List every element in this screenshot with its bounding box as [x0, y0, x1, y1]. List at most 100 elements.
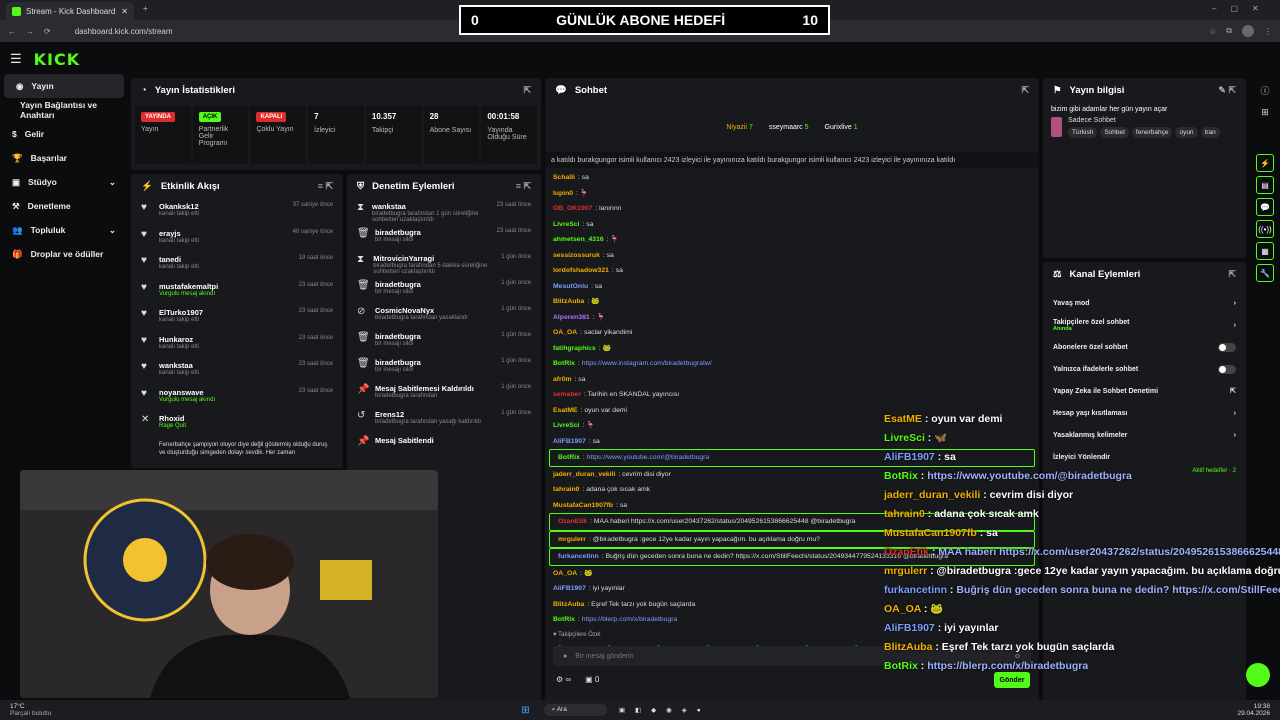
- toggle-switch[interactable]: [1218, 342, 1236, 352]
- activity-item[interactable]: ♥ ElTurko1907 kanalı takip etti 23 saat önc…: [131, 304, 343, 331]
- chat-username[interactable]: semaber: [553, 391, 581, 398]
- activity-item[interactable]: ♥ wankstaa kanalı takip etti 23 saat önce: [131, 357, 343, 384]
- chat-message[interactable]: OB_OK1907: lanınnn: [545, 201, 1039, 217]
- settings-icon[interactable]: ⚙ ∞: [556, 675, 571, 684]
- url-field[interactable]: dashboard.kick.com/stream: [75, 27, 173, 36]
- chat-message[interactable]: BotRix: https://www.instagram.com/birade…: [545, 356, 1039, 372]
- mod-item[interactable]: ⊘ CosmicNovaNyx biradetbugra tarafından ya…: [347, 302, 541, 328]
- channel-action[interactable]: Abonelere özel sohbet: [1043, 336, 1246, 358]
- chat-username[interactable]: AliFB1907: [553, 585, 586, 592]
- chat-message[interactable]: afr0m: sa: [545, 372, 1039, 388]
- popout-icon[interactable]: ⇱: [1228, 269, 1236, 280]
- channel-action[interactable]: Yalnızca ifadelerle sohbet: [1043, 358, 1246, 380]
- activity-item[interactable]: ♥ Okanksk12 kanalı takip etti 37 saniye önc…: [131, 198, 343, 225]
- wrench-icon[interactable]: 🔧: [1256, 264, 1274, 282]
- chat-message[interactable]: BlitzAuba: 🐸: [545, 294, 1039, 310]
- chat-message[interactable]: LivreSci: sa: [545, 217, 1039, 233]
- chat-username[interactable]: furkancetinn: [558, 553, 599, 560]
- start-icon[interactable]: ⊞: [521, 705, 529, 716]
- chat-message[interactable]: MesutOnlu: sa: [545, 279, 1039, 295]
- mod-item[interactable]: ⧗ wankstaa biradetbugra tarafından 1 gün s…: [347, 198, 541, 224]
- chat-username[interactable]: LivreSci: [553, 221, 579, 228]
- chat-message[interactable]: lordofshadow321: sa: [545, 263, 1039, 279]
- hamburger-menu-icon[interactable]: ☰: [10, 51, 22, 67]
- activity-item[interactable]: ✕ Rhoxid Rage Quit: [131, 410, 343, 437]
- info-rail-icon[interactable]: ⓘ ⊞: [1250, 78, 1280, 150]
- taskbar-apps[interactable]: ▣◧◆◉◈●: [619, 706, 711, 714]
- sidebar-item-basarilar[interactable]: 🏆 Başarılar: [0, 146, 128, 170]
- tag-chip[interactable]: oyun: [1175, 127, 1198, 138]
- filter-icon[interactable]: ≡ ⇱: [516, 181, 531, 192]
- new-tab-icon[interactable]: +: [143, 4, 148, 13]
- sidebar-item-studyo[interactable]: ▣ Stüdyo ⌄: [0, 170, 128, 194]
- chat-username[interactable]: AliFB1907: [553, 438, 586, 445]
- forward-icon[interactable]: →: [26, 27, 34, 36]
- mod-item[interactable]: ⧗ MitrovicinYarragi biradetbugra tarafında…: [347, 250, 541, 276]
- menu-dots-icon[interactable]: ⋮: [1264, 27, 1272, 36]
- activity-item[interactable]: ♥ noyanswave Vurgulu mesaj akındı 23 saat ö…: [131, 384, 343, 411]
- mic-icon[interactable]: ●: [563, 653, 567, 660]
- sidebar-item-stream-key[interactable]: Yayın Bağlantısı ve Anahtarı: [0, 98, 128, 122]
- taskbar-search[interactable]: ⌕ Ara: [543, 704, 607, 716]
- tag-chip[interactable]: Türkish: [1068, 127, 1098, 138]
- popout-icon[interactable]: ⇱: [1021, 85, 1029, 96]
- chat-link[interactable]: https://www.youtube.com/@biradetbugra: [587, 454, 710, 461]
- chat-message[interactable]: sessizossuruk: sa: [545, 248, 1039, 264]
- chat-username[interactable]: BotRix: [553, 360, 575, 367]
- chat-username[interactable]: Alperen381: [553, 314, 590, 321]
- chat-message[interactable]: OA_OA: saclar yikandimi: [545, 325, 1039, 341]
- weather-widget[interactable]: 17°C Parçalı bulutlu: [10, 703, 51, 717]
- clock[interactable]: 19:38 29.04.2026: [1237, 703, 1270, 717]
- chat-message[interactable]: lupin0: 🦩: [545, 186, 1039, 202]
- sidebar-item-droplar[interactable]: 🎁 Droplar ve ödüller: [0, 242, 128, 266]
- server-icon[interactable]: ▦: [1256, 242, 1274, 260]
- tag-chip[interactable]: fenerbahçe: [1131, 127, 1173, 138]
- sidebar-item-gelir[interactable]: $ Gelir: [0, 122, 128, 146]
- chat-username[interactable]: sessizossuruk: [553, 252, 600, 259]
- chat-username[interactable]: Schalli: [553, 174, 575, 181]
- popout-icon[interactable]: ⇱: [523, 85, 531, 96]
- chat-username[interactable]: MustafaCan1907fb: [553, 502, 613, 509]
- edit-icon[interactable]: ✎ ⇱: [1218, 85, 1236, 96]
- chat-username[interactable]: OzanEtik: [558, 518, 587, 525]
- window-controls-icon[interactable]: –▢✕: [1212, 4, 1273, 13]
- chat-rail-icon[interactable]: 💬: [1256, 198, 1274, 216]
- chat-username[interactable]: BlitzAuba: [553, 298, 584, 305]
- chat-username[interactable]: afr0m: [553, 376, 572, 383]
- activity-item[interactable]: ♥ erayjs kanalı takip etti 40 saniye önce: [131, 225, 343, 252]
- channel-action[interactable]: Yapay Zeka ile Sohbet Denetimi ⇱: [1043, 380, 1246, 402]
- doc-icon[interactable]: ▤: [1256, 176, 1274, 194]
- chat-username[interactable]: BotRix: [553, 616, 575, 623]
- chat-message[interactable]: Schalli: sa: [545, 170, 1039, 186]
- chat-username[interactable]: OA_OA: [553, 570, 577, 577]
- chat-username[interactable]: OB_OK1907: [553, 205, 592, 212]
- kick-logo[interactable]: KICK: [34, 50, 81, 69]
- mod-item[interactable]: 🗑 biradetbugra bir mesajı sildi 1 gün önce: [347, 276, 541, 302]
- mod-item[interactable]: 🗑 biradetbugra bir mesajı sildi 1 gün önce: [347, 354, 541, 380]
- channel-action[interactable]: Takipçilere özel sohbet Anında ›: [1043, 314, 1246, 336]
- chat-link[interactable]: https://blerp.com/x/biradetbugra: [582, 616, 678, 623]
- chat-username[interactable]: mrgulerr: [558, 536, 586, 543]
- chat-message[interactable]: Alperen381: 🦩: [545, 310, 1039, 326]
- chat-username[interactable]: jaderr_duran_vekili: [553, 471, 615, 478]
- extensions-icon[interactable]: ⧉: [1226, 26, 1232, 36]
- profile-avatar[interactable]: [1242, 25, 1254, 37]
- leader-entry[interactable]: Niyazii 7: [726, 124, 752, 131]
- close-tab-icon[interactable]: ✕: [121, 7, 128, 16]
- chat-username[interactable]: lupin0: [553, 190, 573, 197]
- chat-username[interactable]: LivreSci: [553, 422, 579, 429]
- sidebar-item-yayin[interactable]: ◉ Yayın: [4, 74, 124, 98]
- support-chat-button[interactable]: [1246, 663, 1270, 687]
- browser-tab[interactable]: Stream - Kick Dashboard ✕: [6, 2, 134, 20]
- chat-message[interactable]: semaber: Tarihin en SKANDAL yayıncısı: [545, 387, 1039, 403]
- wave-icon[interactable]: ((•)): [1256, 220, 1274, 238]
- leader-entry[interactable]: Gurixlive 1: [825, 124, 858, 131]
- bookmark-star-icon[interactable]: ☆: [1209, 27, 1216, 36]
- mod-item[interactable]: 📌 Mesaj Sabitlendi: [347, 432, 541, 458]
- reload-icon[interactable]: ⟳: [44, 27, 51, 36]
- activity-item[interactable]: ♥ Hunkaroz kanalı takip etti 23 saat önce: [131, 331, 343, 358]
- chat-username[interactable]: BotRix: [558, 454, 580, 461]
- mod-item[interactable]: 📌 Mesaj Sabitlemesi Kaldırıldı biradetbugr…: [347, 380, 541, 406]
- mod-item[interactable]: 🗑 biradetbugra bir mesajı sildi 23 saat önc…: [347, 224, 541, 250]
- activity-item[interactable]: ♥ mustafakemaltpi Vurgulu mesaj akındı 23 s…: [131, 278, 343, 305]
